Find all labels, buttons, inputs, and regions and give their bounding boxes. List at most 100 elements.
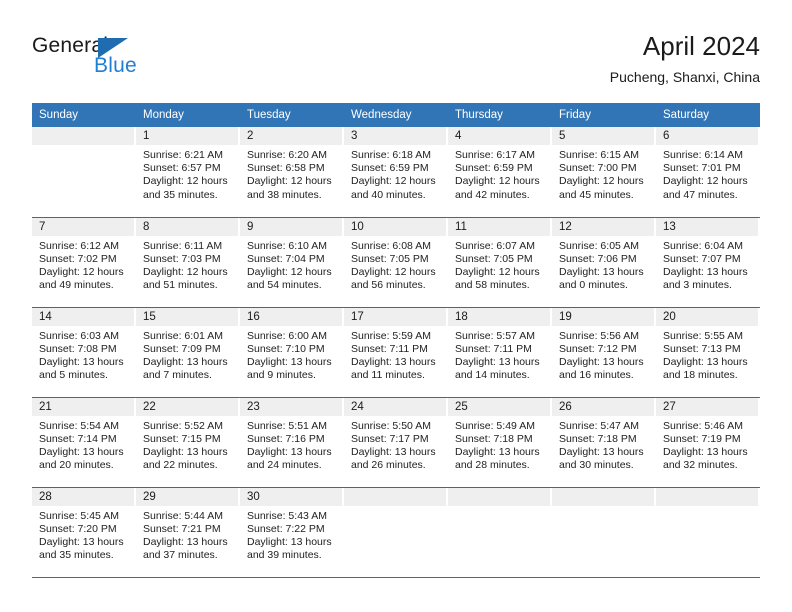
calendar-day-22[interactable]: 22 Sunrise: 5:52 AM Sunset: 7:15 PM Dayligh… [136, 397, 240, 486]
day-number: 17 [344, 307, 446, 326]
calendar-day-5[interactable]: 5 Sunrise: 6:15 AM Sunset: 7:00 PM Daylight… [552, 127, 656, 215]
daylight-line-2: and 51 minutes. [143, 279, 218, 292]
calendar-week-row: 21 Sunrise: 5:54 AM Sunset: 7:14 PM Dayligh… [32, 397, 760, 488]
daylight-line-1: Daylight: 13 hours [663, 355, 748, 368]
calendar-cell [448, 487, 552, 578]
calendar-day-27[interactable]: 27 Sunrise: 5:46 AM Sunset: 7:19 PM Dayligh… [656, 397, 760, 486]
calendar-day-8[interactable]: 8 Sunrise: 6:11 AM Sunset: 7:03 PM Daylight… [136, 217, 240, 306]
day-number: 4 [448, 127, 550, 145]
daylight-line-2: and 37 minutes. [143, 549, 218, 562]
calendar-day-2[interactable]: 2 Sunrise: 6:20 AM Sunset: 6:58 PM Daylight… [240, 127, 344, 215]
sunset-time: Sunset: 7:11 PM [351, 342, 428, 355]
daylight-line-2: and 30 minutes. [559, 459, 634, 472]
day-details: Sunrise: 5:43 AM Sunset: 7:22 PM Daylight:… [240, 506, 344, 563]
daylight-line-2: and 22 minutes. [143, 459, 218, 472]
calendar-day-15[interactable]: 15 Sunrise: 6:01 AM Sunset: 7:09 PM Dayligh… [136, 307, 240, 396]
weekday-header-tuesday: Tuesday [240, 103, 344, 127]
daylight-line-2: and 14 minutes. [455, 369, 530, 382]
day-details [344, 506, 448, 510]
sunrise-time: Sunrise: 6:21 AM [143, 149, 223, 161]
day-details: Sunrise: 6:12 AM Sunset: 7:02 PM Daylight:… [32, 236, 136, 293]
daylight-line-1: Daylight: 13 hours [559, 355, 644, 368]
calendar-day-28[interactable]: 28 Sunrise: 5:45 AM Sunset: 7:20 PM Dayligh… [32, 487, 136, 576]
day-details: Sunrise: 6:21 AM Sunset: 6:57 PM Daylight:… [136, 145, 240, 202]
calendar-cell: 1 Sunrise: 6:21 AM Sunset: 6:57 PM Daylight… [136, 127, 240, 218]
calendar-cell: 2 Sunrise: 6:20 AM Sunset: 6:58 PM Daylight… [240, 127, 344, 218]
page-title: April 2024 [642, 31, 760, 61]
sunset-time: Sunset: 7:22 PM [247, 522, 325, 535]
calendar-day-19[interactable]: 19 Sunrise: 5:56 AM Sunset: 7:12 PM Dayligh… [552, 307, 656, 396]
calendar-day-10[interactable]: 10 Sunrise: 6:08 AM Sunset: 7:05 PM Dayligh… [344, 217, 448, 306]
day-details: Sunrise: 6:20 AM Sunset: 6:58 PM Daylight:… [240, 145, 344, 202]
sunrise-time: Sunrise: 6:15 AM [559, 149, 639, 161]
calendar-day-14[interactable]: 14 Sunrise: 6:03 AM Sunset: 7:08 PM Dayligh… [32, 307, 136, 396]
sunset-time: Sunset: 7:16 PM [247, 432, 325, 445]
day-number: 19 [552, 307, 654, 326]
sunset-time: Sunset: 7:18 PM [455, 432, 533, 445]
calendar-day-13[interactable]: 13 Sunrise: 6:04 AM Sunset: 7:07 PM Dayligh… [656, 217, 760, 306]
calendar-day-6[interactable]: 6 Sunrise: 6:14 AM Sunset: 7:01 PM Daylight… [656, 127, 760, 215]
sunset-time: Sunset: 7:05 PM [351, 252, 429, 265]
daylight-line-1: Daylight: 12 hours [455, 175, 540, 188]
day-number: 22 [136, 397, 238, 416]
title-block: April 2024 Pucheng, Shanxi, China [610, 30, 760, 88]
calendar-day-20[interactable]: 20 Sunrise: 5:55 AM Sunset: 7:13 PM Dayligh… [656, 307, 760, 396]
calendar-day-11[interactable]: 11 Sunrise: 6:07 AM Sunset: 7:05 PM Dayligh… [448, 217, 552, 306]
sunset-time: Sunset: 7:18 PM [559, 432, 637, 445]
sunset-time: Sunset: 6:59 PM [455, 162, 533, 175]
sunrise-time: Sunrise: 5:46 AM [663, 419, 743, 432]
sunrise-time: Sunrise: 6:20 AM [247, 149, 327, 161]
calendar-day-29[interactable]: 29 Sunrise: 5:44 AM Sunset: 7:21 PM Dayligh… [136, 487, 240, 576]
calendar-day-17[interactable]: 17 Sunrise: 5:59 AM Sunset: 7:11 PM Dayligh… [344, 307, 448, 396]
calendar-day-30[interactable]: 30 Sunrise: 5:43 AM Sunset: 7:22 PM Dayligh… [240, 487, 344, 576]
calendar-day-7[interactable]: 7 Sunrise: 6:12 AM Sunset: 7:02 PM Daylight… [32, 217, 136, 306]
calendar-cell: 13 Sunrise: 6:04 AM Sunset: 7:07 PM Dayligh… [656, 217, 760, 308]
calendar-day-3[interactable]: 3 Sunrise: 6:18 AM Sunset: 6:59 PM Daylight… [344, 127, 448, 215]
calendar-cell: 12 Sunrise: 6:05 AM Sunset: 7:06 PM Dayligh… [552, 217, 656, 308]
day-number: 14 [32, 307, 134, 326]
day-number: 15 [136, 307, 238, 326]
calendar-day-26[interactable]: 26 Sunrise: 5:47 AM Sunset: 7:18 PM Dayligh… [552, 397, 656, 486]
calendar-day-16[interactable]: 16 Sunrise: 6:00 AM Sunset: 7:10 PM Dayligh… [240, 307, 344, 396]
calendar-day-24[interactable]: 24 Sunrise: 5:50 AM Sunset: 7:17 PM Dayligh… [344, 397, 448, 486]
sunset-time: Sunset: 7:21 PM [143, 522, 221, 535]
sunrise-time: Sunrise: 5:55 AM [663, 329, 743, 342]
sunrise-time: Sunrise: 6:03 AM [39, 329, 119, 342]
calendar-day-23[interactable]: 23 Sunrise: 5:51 AM Sunset: 7:16 PM Dayligh… [240, 397, 344, 486]
daylight-line-2: and 45 minutes. [559, 188, 634, 201]
sunrise-time: Sunrise: 6:18 AM [351, 149, 431, 161]
sunrise-time: Sunrise: 5:52 AM [143, 419, 223, 432]
daylight-line-1: Daylight: 13 hours [351, 355, 436, 368]
sunrise-time: Sunrise: 6:00 AM [247, 329, 327, 342]
daylight-line-1: Daylight: 13 hours [455, 445, 540, 458]
calendar-day-25[interactable]: 25 Sunrise: 5:49 AM Sunset: 7:18 PM Dayligh… [448, 397, 552, 486]
daylight-line-1: Daylight: 12 hours [559, 175, 644, 188]
daylight-line-2: and 54 minutes. [247, 279, 322, 292]
calendar-cell: 11 Sunrise: 6:07 AM Sunset: 7:05 PM Dayligh… [448, 217, 552, 308]
calendar-cell: 4 Sunrise: 6:17 AM Sunset: 6:59 PM Daylight… [448, 127, 552, 218]
calendar-cell: 14 Sunrise: 6:03 AM Sunset: 7:08 PM Dayligh… [32, 307, 136, 398]
calendar-day-4[interactable]: 4 Sunrise: 6:17 AM Sunset: 6:59 PM Daylight… [448, 127, 552, 215]
daylight-line-2: and 58 minutes. [455, 279, 530, 292]
day-details: Sunrise: 6:15 AM Sunset: 7:00 PM Daylight:… [552, 145, 656, 202]
calendar-day-empty [656, 487, 760, 576]
day-details: Sunrise: 6:10 AM Sunset: 7:04 PM Daylight:… [240, 236, 344, 293]
daylight-line-2: and 28 minutes. [455, 459, 530, 472]
day-number: 30 [240, 487, 342, 506]
calendar-day-21[interactable]: 21 Sunrise: 5:54 AM Sunset: 7:14 PM Dayligh… [32, 397, 136, 486]
sunset-time: Sunset: 7:13 PM [663, 342, 741, 355]
day-number: 28 [32, 487, 134, 506]
sunrise-time: Sunrise: 6:05 AM [559, 239, 639, 252]
calendar-grid: Sunday Monday Tuesday Wednesday Thursday Frid… [32, 103, 760, 578]
calendar-day-18[interactable]: 18 Sunrise: 5:57 AM Sunset: 7:11 PM Dayligh… [448, 307, 552, 396]
calendar-day-9[interactable]: 9 Sunrise: 6:10 AM Sunset: 7:04 PM Daylight… [240, 217, 344, 306]
calendar-week-row: 1 Sunrise: 6:21 AM Sunset: 6:57 PM Daylight… [32, 127, 760, 218]
daylight-line-2: and 26 minutes. [351, 459, 426, 472]
calendar-day-12[interactable]: 12 Sunrise: 6:05 AM Sunset: 7:06 PM Dayligh… [552, 217, 656, 306]
calendar-day-1[interactable]: 1 Sunrise: 6:21 AM Sunset: 6:57 PM Daylight… [136, 127, 240, 215]
day-details: Sunrise: 5:52 AM Sunset: 7:15 PM Daylight:… [136, 416, 240, 473]
day-details: Sunrise: 5:57 AM Sunset: 7:11 PM Daylight:… [448, 326, 552, 383]
sunset-time: Sunset: 7:11 PM [455, 342, 532, 355]
general-blue-logo[interactable]: General Blue [32, 34, 242, 90]
daylight-line-2: and 3 minutes. [663, 279, 732, 292]
